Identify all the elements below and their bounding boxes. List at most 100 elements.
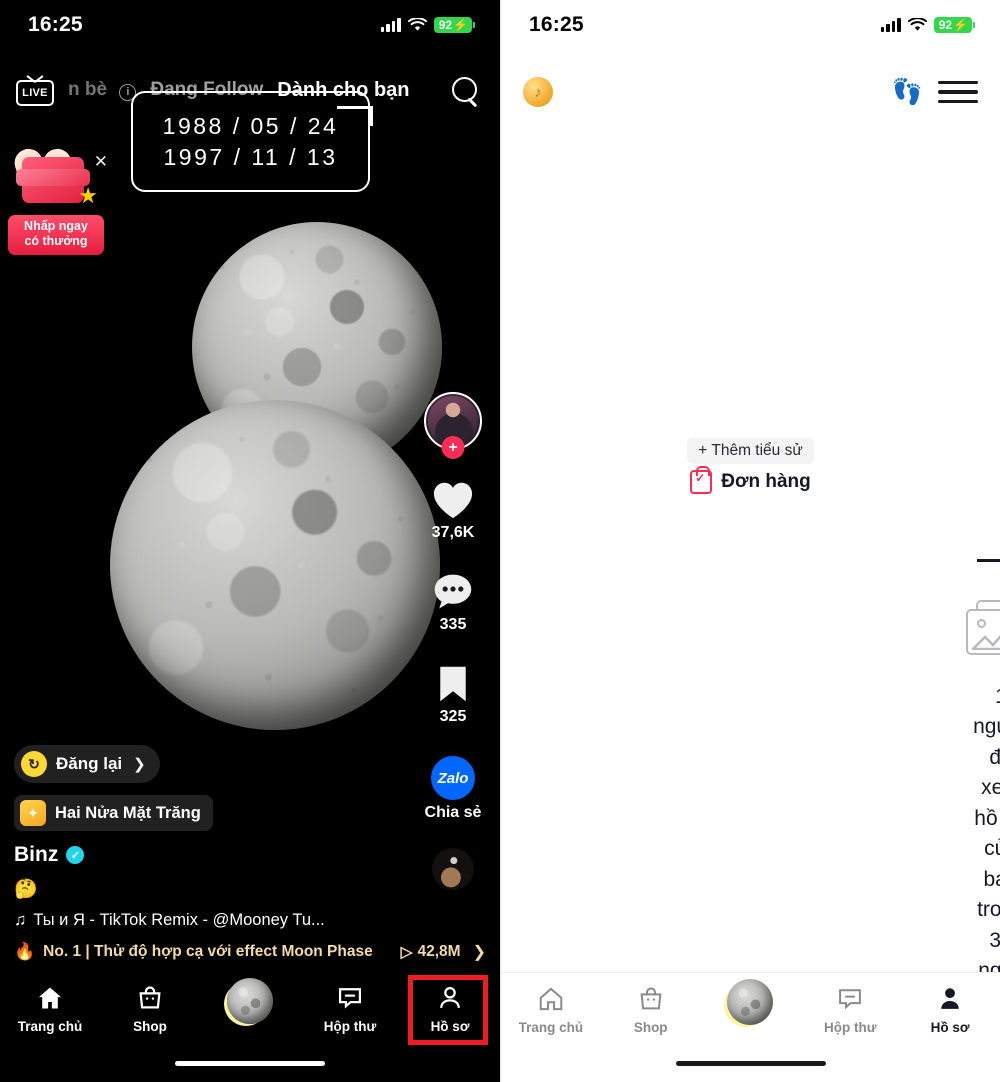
sidebar-item-create[interactable] bbox=[200, 978, 300, 1024]
date-line-2: 1997 / 11 / 13 bbox=[163, 143, 338, 170]
flame-icon: 🔥 bbox=[14, 942, 36, 961]
dual-screenshot: 16:25 92 ⚡ LIVE n bè i Đang Follow Dành … bbox=[0, 0, 1000, 1082]
trending-text: No. 1 | Thử độ hợp cạ với effect Moon Ph… bbox=[43, 943, 373, 960]
music-note-icon: ♫ bbox=[14, 911, 27, 929]
comment-icon bbox=[434, 574, 472, 609]
highlight-box-profile-tab bbox=[408, 975, 488, 1045]
inbox-icon bbox=[839, 989, 862, 1010]
video-meta: ↻ Đăng lại ❯ ✦ Hai Nửa Mặt Trăng Binz ✓ … bbox=[14, 745, 434, 930]
sidebar-item-inbox[interactable]: Hộp thư bbox=[800, 985, 900, 1035]
gift-promo-line2: có thưởng bbox=[24, 234, 88, 249]
photo-stack-icon bbox=[966, 600, 1000, 658]
live-icon[interactable]: LIVE bbox=[16, 74, 54, 106]
active-tab-underline bbox=[977, 559, 1000, 562]
home-indicator bbox=[175, 1061, 325, 1066]
repost-icon: ↻ bbox=[21, 751, 47, 777]
hamburger-menu-icon[interactable] bbox=[938, 75, 978, 109]
inbox-icon bbox=[338, 988, 362, 1009]
gift-promo-banner[interactable]: ✕ ★ Nhấp ngay có thưởng bbox=[8, 145, 108, 255]
sparkle-icon: ★ bbox=[78, 183, 98, 208]
trending-plays: ▷ 42,8M bbox=[401, 943, 461, 962]
coin-icon[interactable]: ♪ bbox=[523, 77, 553, 107]
trending-banner[interactable]: 🔥 No. 1 | Thử độ hợp cạ với effect Moon … bbox=[0, 932, 500, 972]
video-caption: 🤔 bbox=[14, 879, 38, 900]
search-icon[interactable] bbox=[450, 75, 480, 105]
signal-bars-icon bbox=[380, 18, 401, 32]
feed-tab-friends-label: n bè bbox=[68, 79, 108, 100]
profile-person-icon bbox=[941, 988, 959, 1009]
profile-header: ♪ 👣 bbox=[501, 60, 1000, 124]
home-indicator bbox=[675, 1061, 826, 1066]
like-button[interactable]: 37,6K bbox=[431, 480, 475, 542]
date-line-1: 1988 / 05 / 24 bbox=[162, 112, 339, 139]
status-time: 16:25 bbox=[529, 13, 584, 36]
sidebar-item-home[interactable]: Trang chủ bbox=[501, 985, 601, 1035]
date-overlay-tick bbox=[337, 106, 373, 126]
orders-row[interactable]: Đơn hàng bbox=[501, 466, 1000, 494]
close-icon[interactable]: ✕ bbox=[94, 153, 108, 170]
empty-state-text: 1 người đã xem hồ sơ của bạn trong 30 ng… bbox=[973, 682, 1000, 1017]
effect-icon: ✦ bbox=[20, 800, 46, 826]
sidebar-item-shop[interactable]: Shop bbox=[100, 984, 200, 1034]
play-icon: ▷ bbox=[400, 943, 413, 961]
footprints-icon[interactable]: 👣 bbox=[892, 77, 923, 107]
verified-badge-icon: ✓ bbox=[66, 846, 85, 864]
tab-label-shop: Shop bbox=[133, 1019, 167, 1034]
gift-promo-label: Nhấp ngay có thưởng bbox=[8, 214, 104, 255]
add-bio-row[interactable]: + Thêm tiểu sử bbox=[501, 438, 1000, 464]
follow-button[interactable]: + bbox=[441, 436, 465, 459]
bookmark-icon bbox=[440, 666, 466, 702]
bookmark-count: 325 bbox=[439, 708, 467, 725]
shop-bag-icon bbox=[139, 986, 161, 1009]
wifi-icon bbox=[407, 18, 427, 31]
music-disc-avatar[interactable] bbox=[432, 848, 474, 890]
battery-indicator: 92 ⚡ bbox=[933, 17, 976, 33]
trending-plays-count: 42,8M bbox=[417, 943, 461, 960]
creator-avatar[interactable]: + bbox=[424, 392, 482, 459]
date-overlay-sticker: 1988 / 05 / 24 1997 / 11 / 13 bbox=[131, 91, 373, 192]
gift-promo-line1: Nhấp ngay bbox=[24, 218, 88, 233]
sidebar-item-shop[interactable]: Shop bbox=[601, 985, 701, 1035]
sidebar-item-profile[interactable]: Hồ sơ bbox=[900, 985, 1000, 1035]
create-moon-icon bbox=[227, 978, 273, 1024]
add-bio-label: + Thêm tiểu sử bbox=[687, 438, 814, 464]
tab-label-profile: Hồ sơ bbox=[930, 1020, 970, 1035]
heart-icon bbox=[433, 482, 473, 519]
live-label: LIVE bbox=[22, 87, 48, 99]
home-icon bbox=[38, 987, 62, 1009]
bookmark-button[interactable]: 325 bbox=[436, 664, 470, 726]
chevron-right-icon[interactable]: ❯ bbox=[473, 942, 486, 962]
tab-label-inbox: Hộp thư bbox=[323, 1019, 377, 1034]
orders-label: Đơn hàng bbox=[721, 471, 811, 492]
tab-label-shop: Shop bbox=[633, 1020, 668, 1035]
signal-bars-icon bbox=[880, 18, 901, 32]
battery-level: 92 bbox=[438, 18, 453, 32]
comment-button[interactable]: 335 bbox=[432, 572, 474, 634]
effect-label: Hai Nửa Mặt Trăng bbox=[55, 803, 201, 822]
music-row[interactable]: ♫ Ты и Я - TikTok Remix - @Mooney Tu... bbox=[14, 911, 434, 930]
sidebar-item-create[interactable] bbox=[701, 979, 801, 1025]
creator-username[interactable]: Binz ✓ bbox=[14, 843, 434, 867]
battery-indicator: 92 ⚡ bbox=[433, 17, 476, 33]
create-moon-icon bbox=[727, 979, 774, 1025]
chevron-right-icon: ❯ bbox=[133, 756, 146, 773]
right-screen-profile: 16:25 92 ⚡ ♪ 👣 + Thêm tiểu sử ✓ Đơn hàng… bbox=[500, 0, 1000, 1082]
feed-tab-friends[interactable]: n bè i bbox=[68, 79, 137, 101]
zalo-icon: Zalo bbox=[430, 756, 475, 800]
moon-sphere-bottom bbox=[110, 400, 440, 730]
bottom-tabbar-right: Trang chủ Shop Hộp thư Hồ sơ bbox=[501, 972, 1000, 1082]
sidebar-item-inbox[interactable]: Hộp thư bbox=[300, 984, 400, 1034]
shop-bag-icon bbox=[640, 987, 662, 1010]
order-bag-icon bbox=[690, 466, 713, 494]
tab-label-home: Trang chủ bbox=[17, 1019, 83, 1034]
like-count: 37,6K bbox=[431, 524, 475, 541]
effect-pill[interactable]: ✦ Hai Nửa Mặt Trăng bbox=[14, 795, 213, 831]
repost-label: Đăng lại bbox=[56, 754, 123, 773]
battery-level: 92 bbox=[938, 18, 953, 32]
empty-line-1: 1 người đã xem hồ sơ của bạn bbox=[973, 685, 1000, 891]
tab-label-home: Trang chủ bbox=[518, 1020, 584, 1035]
sidebar-item-home[interactable]: Trang chủ bbox=[0, 984, 100, 1034]
left-screen-video-feed: 16:25 92 ⚡ LIVE n bè i Đang Follow Dành … bbox=[0, 0, 500, 1082]
repost-pill[interactable]: ↻ Đăng lại ❯ bbox=[14, 745, 160, 783]
music-title: Ты и Я - TikTok Remix - @Mooney Tu... bbox=[33, 911, 325, 929]
